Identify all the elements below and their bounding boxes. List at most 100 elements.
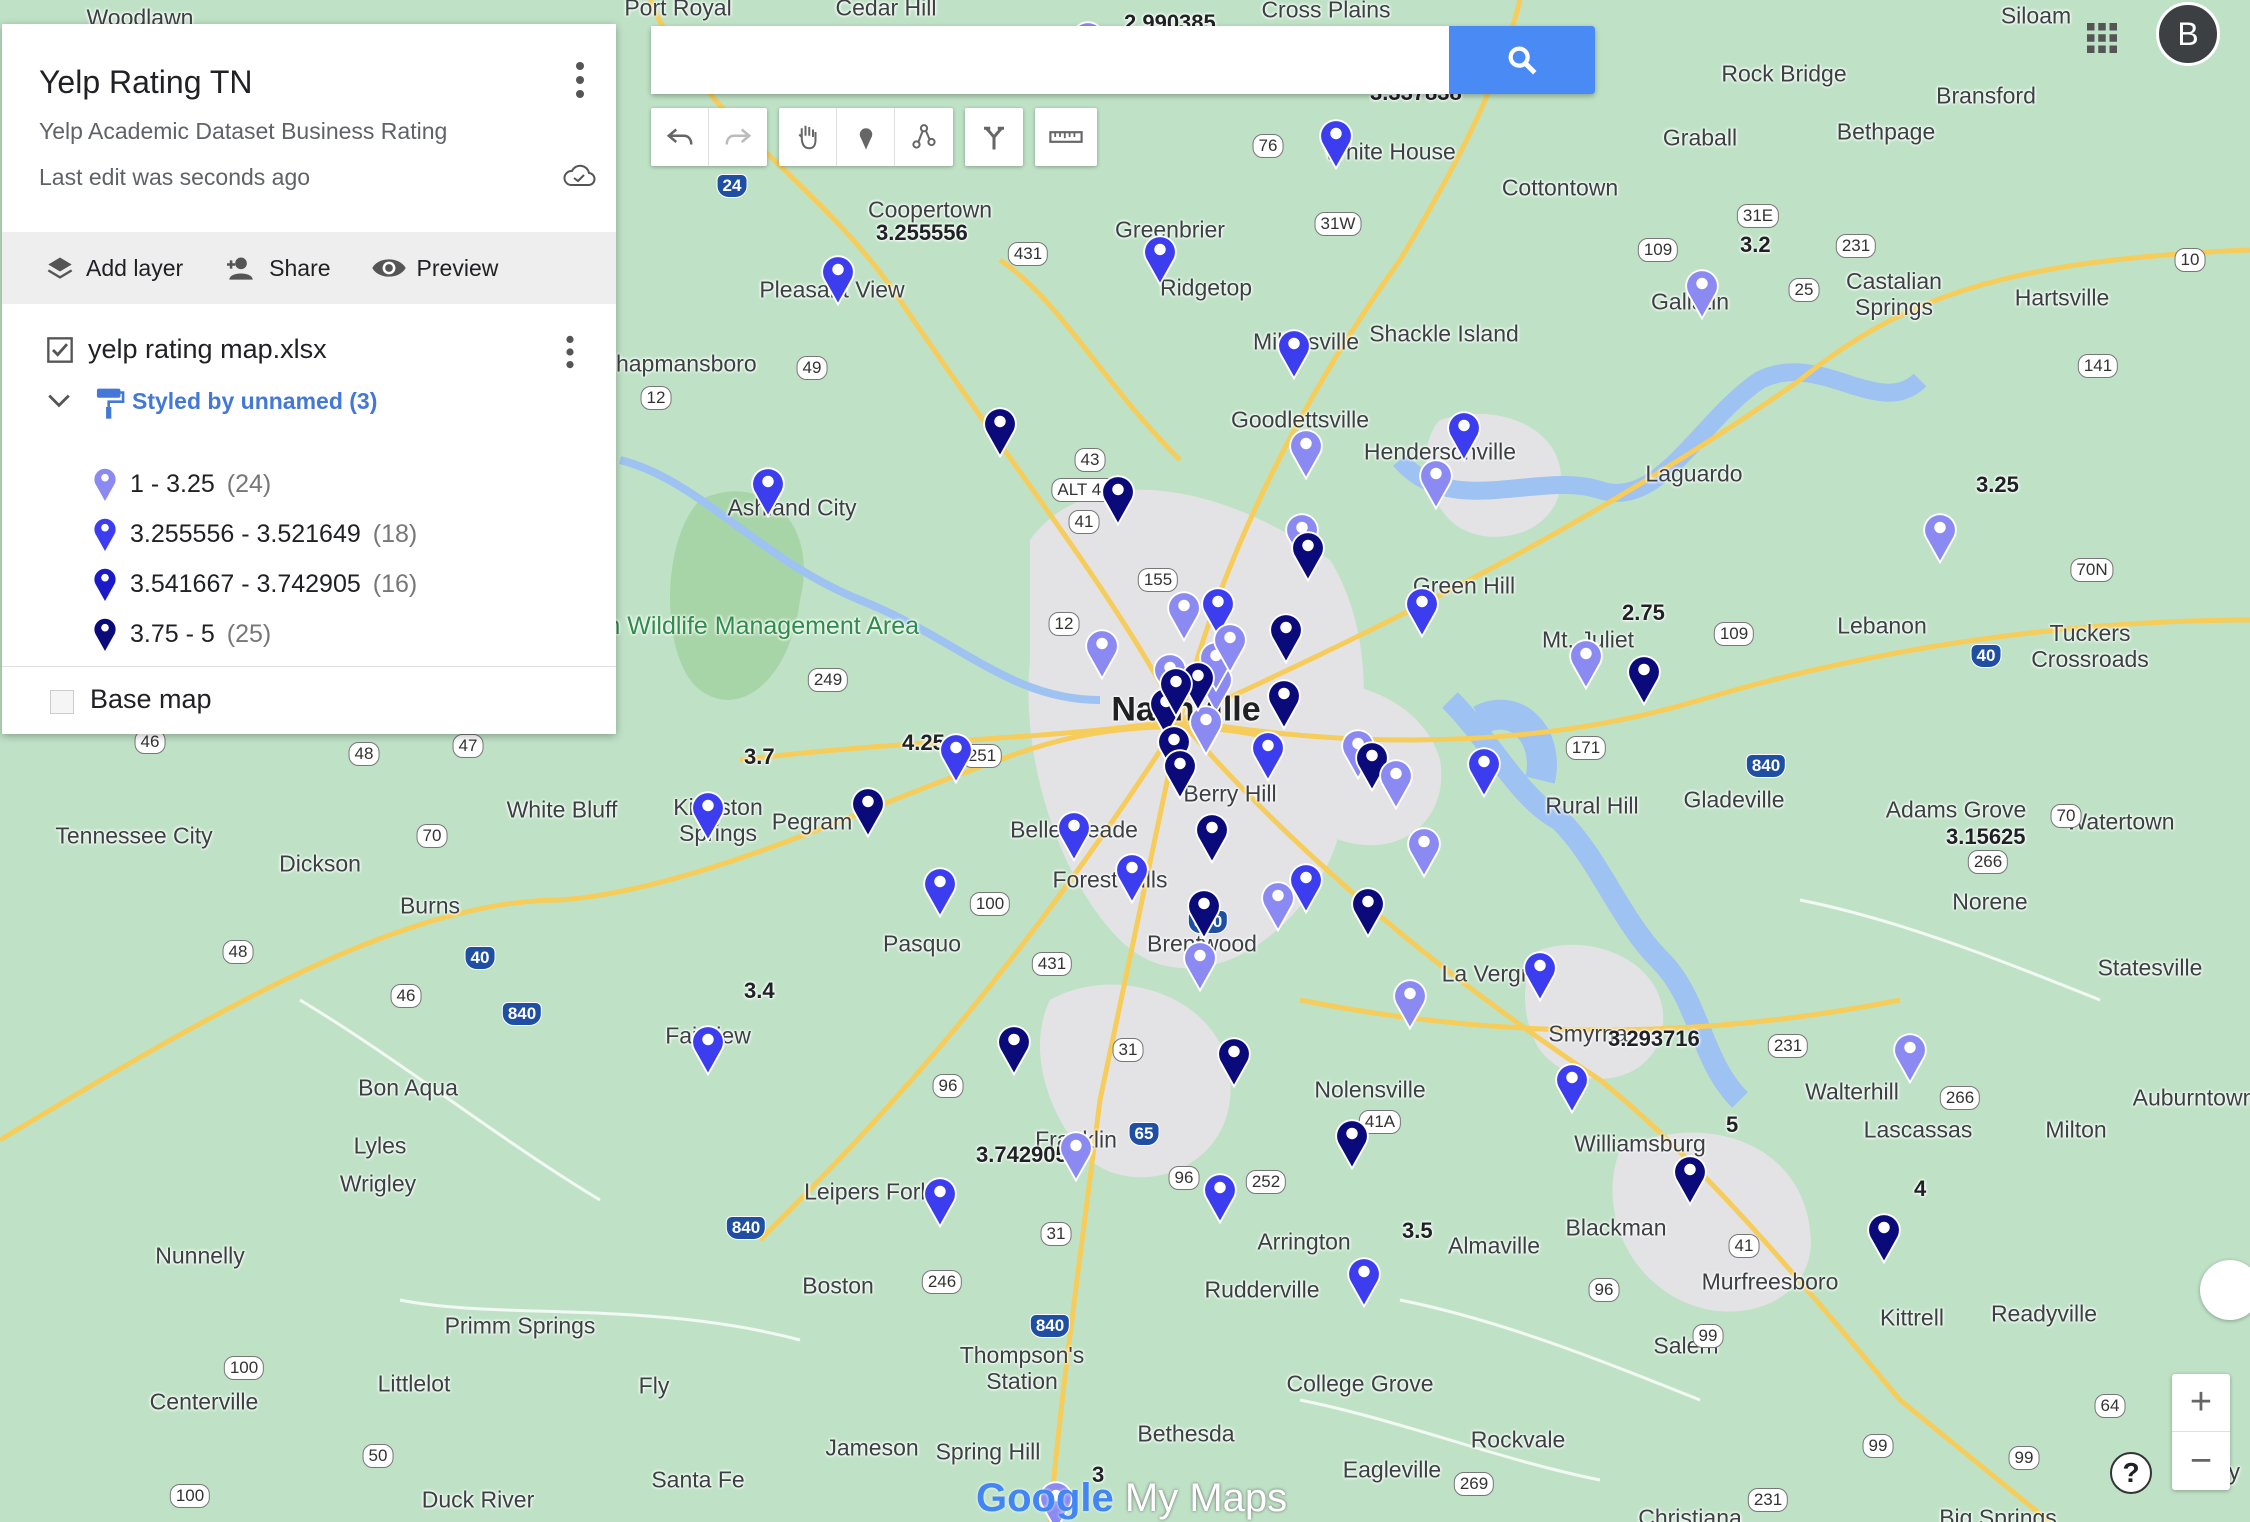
map-pin-marker[interactable] <box>1248 728 1288 782</box>
share-button[interactable]: Share <box>223 254 331 282</box>
map-pin-marker[interactable] <box>1624 652 1664 706</box>
map-pin-marker[interactable] <box>818 252 858 306</box>
route-shield: 100 <box>169 1484 211 1508</box>
route-shield: 96 <box>1168 1166 1200 1190</box>
account-avatar[interactable]: B <box>2156 2 2220 66</box>
legend-item[interactable]: 1 - 3.25 (24) <box>92 466 271 502</box>
layer-options-button[interactable] <box>560 334 580 375</box>
zoom-out-button[interactable]: − <box>2172 1432 2230 1490</box>
map-pin-marker[interactable] <box>980 404 1020 458</box>
map-pin-marker[interactable] <box>1184 886 1224 940</box>
map-pin-icon <box>94 618 116 651</box>
map-pin-marker[interactable] <box>1164 588 1204 642</box>
map-pin-marker[interactable] <box>1214 1034 1254 1088</box>
map-pin-marker[interactable] <box>1266 610 1306 664</box>
map-pin-marker[interactable] <box>1264 676 1304 730</box>
map-pin-marker[interactable] <box>1112 850 1152 904</box>
map-pin-marker[interactable] <box>1376 756 1416 810</box>
legend-item[interactable]: 3.255556 - 3.521649 (18) <box>92 516 417 552</box>
map-pin-marker[interactable] <box>1348 884 1388 938</box>
map-pin-marker[interactable] <box>1332 1116 1372 1170</box>
preview-button[interactable]: Preview <box>371 255 498 282</box>
person-add-icon <box>227 257 253 280</box>
select-tool[interactable] <box>779 108 837 166</box>
place-label: Blackman <box>1565 1214 1667 1241</box>
add-marker-tool[interactable] <box>837 108 895 166</box>
route-shield: 50 <box>362 1444 394 1468</box>
map-pin-marker[interactable] <box>1520 948 1560 1002</box>
map-pin-marker[interactable] <box>1160 746 1200 800</box>
layer-name[interactable]: yelp rating map.xlsx <box>88 334 327 365</box>
redo-icon <box>725 128 752 145</box>
place-label: Santa Fe <box>651 1466 745 1493</box>
map-pin-marker[interactable] <box>688 1022 728 1076</box>
map-pin-marker[interactable] <box>1864 1210 1904 1264</box>
map-pin-marker[interactable] <box>1180 938 1220 992</box>
collapse-toggle[interactable] <box>46 392 72 415</box>
map-pin-marker[interactable] <box>1286 860 1326 914</box>
map-pin-marker[interactable] <box>688 788 728 842</box>
hand-icon <box>798 125 816 150</box>
draw-line-tool[interactable] <box>895 108 953 166</box>
map-pin-marker[interactable] <box>1156 664 1196 718</box>
search-button[interactable] <box>1449 26 1595 94</box>
map-pin-marker[interactable] <box>1404 824 1444 878</box>
help-button[interactable]: ? <box>2110 1452 2152 1494</box>
map-pin-marker[interactable] <box>1098 472 1138 526</box>
place-label: Centerville <box>149 1388 259 1415</box>
map-pin-marker[interactable] <box>1682 266 1722 320</box>
search-input[interactable] <box>651 26 1451 94</box>
map-pin-marker[interactable] <box>1566 636 1606 690</box>
measure-tool[interactable] <box>1035 108 1097 166</box>
map-pin-marker[interactable] <box>920 1174 960 1228</box>
place-label: Castalian Springs <box>1846 268 1942 320</box>
map-pin-marker[interactable] <box>1056 1128 1096 1182</box>
map-pin-marker[interactable] <box>1210 620 1250 674</box>
route-shield: 12 <box>640 386 672 410</box>
base-map-label[interactable]: Base map <box>90 684 212 715</box>
add-layer-button[interactable]: Add layer <box>44 254 183 282</box>
style-link[interactable]: Styled by unnamed (3) <box>132 388 377 415</box>
undo-button[interactable] <box>651 108 709 166</box>
interstate-shield: 840 <box>1029 1314 1071 1338</box>
map-pin-marker[interactable] <box>936 730 976 784</box>
map-title[interactable]: Yelp Rating TN <box>39 64 252 101</box>
directions-tool[interactable] <box>965 108 1023 166</box>
map-pin-marker[interactable] <box>1288 528 1328 582</box>
map-pin-marker[interactable] <box>748 464 788 518</box>
map-pin-marker[interactable] <box>1390 976 1430 1030</box>
map-pin-marker[interactable] <box>1444 408 1484 462</box>
map-pin-marker[interactable] <box>1054 808 1094 862</box>
place-label: Norene <box>1952 888 2028 915</box>
map-pin-icon <box>94 518 116 551</box>
map-pin-marker[interactable] <box>1464 744 1504 798</box>
map-pin-marker[interactable] <box>1402 584 1442 638</box>
panel-options-button[interactable] <box>568 60 592 105</box>
place-label: Kittrell <box>1880 1304 1944 1331</box>
map-pin-marker[interactable] <box>1140 232 1180 286</box>
map-pin-marker[interactable] <box>1416 456 1456 510</box>
map-pin-marker[interactable] <box>1552 1060 1592 1114</box>
map-pin-marker[interactable] <box>1890 1030 1930 1084</box>
map-pin-marker[interactable] <box>1192 810 1232 864</box>
map-pin-marker[interactable] <box>1200 1170 1240 1224</box>
map-pin-marker[interactable] <box>920 864 960 918</box>
map-pin-marker[interactable] <box>1286 426 1326 480</box>
map-pin-marker[interactable] <box>1316 116 1356 170</box>
legend-item[interactable]: 3.541667 - 3.742905 (16) <box>92 566 417 602</box>
redo-button[interactable] <box>709 108 767 166</box>
zoom-in-button[interactable]: + <box>2172 1374 2230 1432</box>
map-pin-marker[interactable] <box>1274 326 1314 380</box>
map-pin-marker[interactable] <box>1920 510 1960 564</box>
layer-visibility-checkbox[interactable] <box>46 336 74 369</box>
map-pin-marker[interactable] <box>994 1022 1034 1076</box>
apps-grid-button[interactable] <box>2084 20 2120 61</box>
legend-item[interactable]: 3.75 - 5 (25) <box>92 616 271 652</box>
map-pin-marker[interactable] <box>1344 1254 1384 1308</box>
base-map-toggle[interactable] <box>50 690 74 714</box>
map-pin-marker[interactable] <box>848 784 888 838</box>
route-shield: 31W <box>1314 212 1362 236</box>
map-pin-marker[interactable] <box>1082 626 1122 680</box>
map-description[interactable]: Yelp Academic Dataset Business Rating <box>39 118 447 145</box>
map-pin-marker[interactable] <box>1670 1152 1710 1206</box>
